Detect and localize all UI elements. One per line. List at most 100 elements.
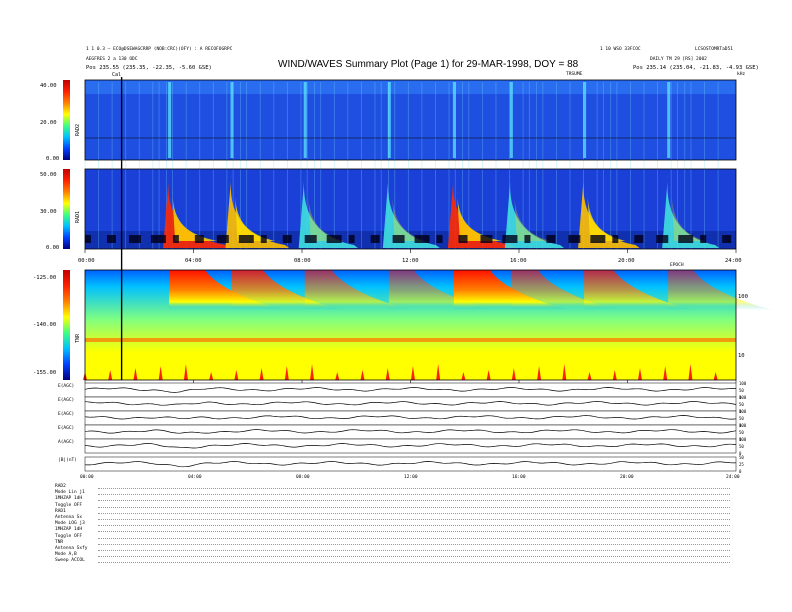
- line-panel-right-tick: 50: [739, 455, 744, 460]
- low-freq-blotch: [414, 235, 430, 243]
- line-panel-right-tick: 100: [739, 437, 747, 442]
- xtick-2: 08:00: [294, 258, 311, 264]
- tnr-ytick-top: -125.00: [33, 275, 57, 281]
- line-panel-label-5: A(AGC): [58, 440, 75, 445]
- line-panel-right-tick: 50: [739, 416, 744, 421]
- rad2-top-band: [85, 80, 736, 94]
- low-freq-blotch: [700, 235, 707, 243]
- tnr-plasma-line: [85, 338, 736, 342]
- param-row-dotted-line: [98, 494, 730, 496]
- line-panel-frame-2: [84, 410, 737, 426]
- param-row-label: Toggle OFF: [55, 502, 83, 508]
- low-freq-blotch: [568, 235, 581, 243]
- param-row-label: RAD2: [55, 484, 66, 489]
- line-panel-label-2: E(AGC): [58, 398, 75, 403]
- low-freq-blotch: [216, 235, 229, 243]
- param-row-dotted-line: [98, 500, 730, 502]
- param-row-label: Mode A,B: [55, 552, 77, 558]
- param-row-dotted-line: [98, 537, 730, 539]
- low-freq-blotch: [546, 235, 556, 243]
- line-panel-right-tick: 100: [739, 381, 747, 386]
- low-freq-blotch: [612, 235, 619, 243]
- low-freq-blotch: [326, 235, 342, 243]
- low-freq-blotch: [348, 235, 355, 243]
- low-freq-blotch: [238, 235, 254, 243]
- burst-rad2-1: [230, 82, 234, 158]
- low-freq-blotch: [392, 235, 405, 243]
- low-freq-blotch: [722, 235, 732, 243]
- low-freq-blotch: [524, 235, 531, 243]
- line-panel-right-tick: 0: [739, 469, 742, 474]
- bottom-xtick-1: 04:00: [188, 475, 202, 480]
- bottom-xtick-2: 08:00: [296, 475, 310, 480]
- line-panel-right-tick: 100: [739, 395, 747, 400]
- rad1-ytick-mid: 30.00: [40, 209, 57, 215]
- low-freq-blotch: [370, 235, 380, 243]
- line-panel-label-6: |B|(nT): [58, 458, 77, 463]
- rad1-ytick-bottom: 0.00: [46, 245, 60, 251]
- line-panel-frame-4: [84, 438, 737, 454]
- low-freq-blotch: [150, 235, 166, 243]
- param-row-label: 1MHZAP 1dH: [55, 527, 83, 533]
- rad1-ytick-top: 50.00: [40, 172, 57, 178]
- rad2-ytick-bottom: 0.00: [46, 156, 60, 162]
- line-panel-right-tick: 50: [739, 444, 744, 449]
- low-freq-blotch: [106, 235, 116, 243]
- burst-rad2-6: [583, 82, 587, 158]
- xtick-6: 24:00: [725, 258, 742, 264]
- param-row-dotted-line: [98, 519, 730, 520]
- x-axis-unit: EPOCH: [670, 263, 684, 268]
- param-row-dotted-line: [98, 543, 730, 545]
- line-panel-right-tick: 25: [739, 462, 744, 467]
- param-row-dotted-line: [98, 525, 730, 527]
- param-row-dotted-line: [98, 562, 730, 564]
- spectrogram-plot: 10050010050010050010050010050050250: [63, 77, 776, 474]
- rad2-label: RAD2: [75, 123, 81, 136]
- low-freq-blotch: [282, 235, 292, 243]
- burst-rad2-3: [387, 82, 391, 158]
- colorbar-rad2: [63, 80, 70, 160]
- low-freq-blotch: [590, 235, 606, 243]
- line-panel-label-4: E(AGC): [58, 426, 75, 431]
- line-panel-right-tick: 50: [739, 402, 744, 407]
- low-freq-blotch: [502, 235, 518, 243]
- param-row-label: Sweep ACCOL: [55, 558, 85, 564]
- low-freq-blotch: [194, 235, 204, 243]
- bottom-xtick-5: 20:00: [620, 475, 634, 480]
- burst-rad2-2: [303, 82, 307, 158]
- burst-rad2-4: [452, 82, 456, 158]
- param-row-dotted-line: [98, 506, 730, 508]
- bottom-xtick-0: 00:00: [80, 475, 94, 480]
- low-freq-blotch: [458, 235, 468, 243]
- param-row-label: Mode Lin j1: [55, 490, 85, 496]
- bottom-xtick-4: 16:00: [512, 475, 526, 480]
- low-freq-blotch: [634, 235, 644, 243]
- tnr-right-tick-10: 10: [738, 353, 745, 359]
- low-freq-blotch: [480, 235, 493, 243]
- xtick-3: 12:00: [402, 258, 419, 264]
- xtick-5: 20:00: [618, 258, 635, 264]
- param-row-label: Toggle OFF: [55, 533, 83, 539]
- tnr-ytick-mid: -140.00: [33, 322, 57, 328]
- line-panel-right-tick: 50: [739, 388, 744, 393]
- low-freq-blotch: [260, 235, 267, 243]
- colorbar-rad1: [63, 169, 70, 249]
- param-row-dotted-line: [98, 512, 730, 514]
- burst-rad2-7: [667, 82, 671, 158]
- xtick-1: 04:00: [185, 258, 202, 264]
- low-freq-blotch: [172, 235, 179, 243]
- low-freq-blotch: [128, 235, 141, 243]
- rad1-label: RAD1: [75, 210, 81, 223]
- param-row-label: Mode LOG j3: [55, 521, 85, 527]
- xtick-4: 16:00: [510, 258, 527, 264]
- param-row-dotted-line: [98, 488, 730, 489]
- param-row-label: Antenna Sx: [55, 515, 83, 520]
- low-freq-blotch: [85, 235, 91, 243]
- param-row-dotted-line: [98, 531, 730, 533]
- param-row-dotted-line: [98, 550, 730, 551]
- param-row-dotted-line: [98, 556, 730, 558]
- burst-rad2-0: [168, 82, 172, 158]
- param-row-label: TNR: [55, 539, 64, 545]
- param-row-label: RAD1: [55, 508, 66, 514]
- rad2-ytick-top: 40.00: [40, 83, 57, 89]
